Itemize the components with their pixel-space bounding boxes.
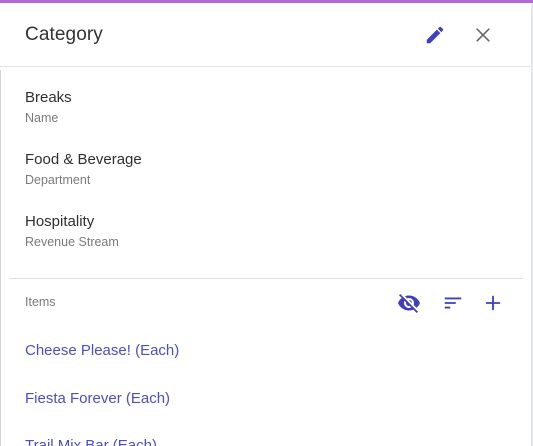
field-revenue-stream: Hospitality Revenue Stream bbox=[25, 213, 119, 250]
sort-icon bbox=[444, 297, 462, 309]
panel-left-edge bbox=[0, 70, 1, 446]
field-name-value: Breaks bbox=[25, 89, 72, 106]
edit-button[interactable] bbox=[421, 21, 449, 49]
field-name: Breaks Name bbox=[25, 89, 72, 126]
add-item-button[interactable] bbox=[479, 290, 507, 316]
field-name-label: Name bbox=[25, 111, 59, 125]
section-divider bbox=[9, 278, 523, 279]
item-link[interactable]: Cheese Please! (Each) bbox=[25, 342, 179, 360]
plus-icon bbox=[485, 295, 501, 311]
close-button[interactable] bbox=[469, 21, 497, 49]
panel-header: Category bbox=[0, 3, 531, 67]
pencil-icon bbox=[426, 26, 444, 44]
sort-items-button[interactable] bbox=[439, 290, 467, 316]
field-department: Food & Beverage Department bbox=[25, 151, 142, 188]
field-revenue-stream-value: Hospitality bbox=[25, 213, 95, 230]
items-section-header: Items bbox=[25, 295, 56, 309]
item-link[interactable]: Trail Mix Bar (Each) bbox=[25, 437, 157, 446]
category-panel: Category Breaks Name Food & Beverage Dep… bbox=[0, 0, 533, 446]
item-link[interactable]: Fiesta Forever (Each) bbox=[25, 390, 170, 408]
panel-title: Category bbox=[25, 24, 103, 45]
field-revenue-stream-label: Revenue Stream bbox=[25, 235, 119, 249]
close-icon bbox=[476, 28, 490, 42]
hide-items-button[interactable] bbox=[395, 290, 423, 316]
field-department-value: Food & Beverage bbox=[25, 151, 142, 168]
eye-off-icon bbox=[398, 294, 420, 313]
field-department-label: Department bbox=[25, 173, 91, 187]
